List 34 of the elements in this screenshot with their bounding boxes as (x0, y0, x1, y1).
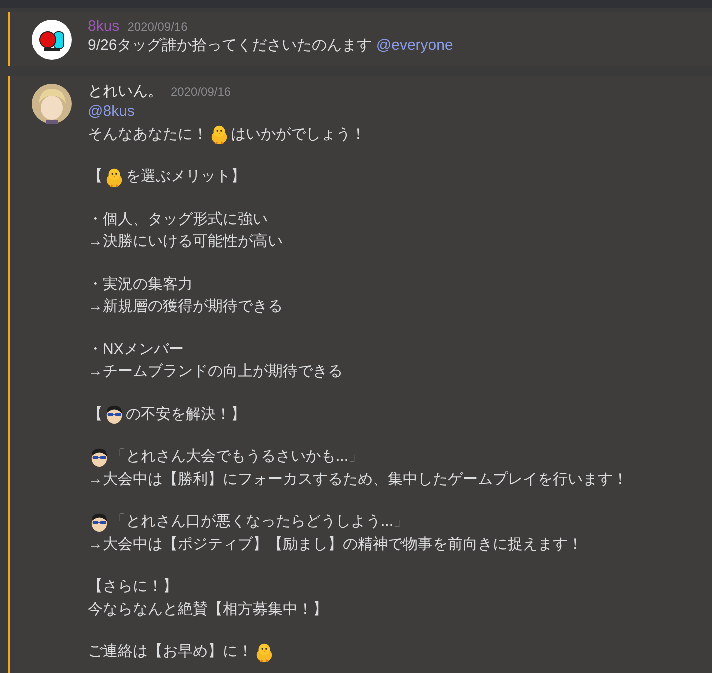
message-text: →決勝にいける可能性が高い (88, 232, 283, 252)
message-text: 【さらに！】 (88, 577, 178, 597)
message-text: →大会中は【ポジティブ】【励まし】の精神で物事を前向きに捉えます！ (88, 534, 583, 554)
author-name[interactable]: 8kus (88, 18, 120, 35)
mention-link[interactable]: @everyone (376, 35, 454, 58)
message-text: ・個人、タッグ形式に強い (88, 210, 268, 230)
message-text: 「とれさん大会でもうるさいかも...」 (111, 447, 364, 467)
chick-emoji-icon (209, 124, 230, 146)
message-text: はいかがでしょう！ (231, 124, 366, 144)
message-text: →チームブランドの向上が期待できる (88, 362, 343, 382)
message-text: の不安を解決！】 (126, 404, 246, 424)
timestamp: 2020/09/16 (171, 85, 232, 99)
avatar[interactable] (32, 84, 72, 124)
mention-link[interactable]: @8kus (88, 101, 135, 124)
message-text: ・実況の集客力 (88, 274, 193, 294)
message-text: 「とれさん口が悪くなったらどうしよう...」 (111, 512, 409, 532)
message-text: 【 (88, 404, 103, 424)
message-text: 9/26タッグ誰か拾ってくださいたのんます (88, 36, 374, 56)
chick-emoji-icon (254, 642, 275, 663)
message-text: ご連絡は【お早め】に！ (88, 642, 253, 662)
message-text: 【 (88, 167, 103, 187)
chick-emoji-icon (104, 166, 125, 188)
message-text: →新規層の獲得が期待できる (88, 297, 283, 317)
message-text: を選ぶメリット】 (126, 167, 246, 187)
message-text: 今ならなんと絶賛【相方募集中！】 (88, 600, 328, 620)
avatar[interactable] (32, 20, 72, 60)
message-text: そんなあなたに！ (88, 124, 208, 144)
sunglasses-face-icon (104, 404, 125, 426)
timestamp: 2020/09/16 (128, 20, 188, 34)
sunglasses-face-icon (89, 446, 110, 468)
message-text: ・NXメンバー (88, 340, 184, 360)
sunglasses-face-icon (89, 512, 110, 533)
author-name[interactable]: とれいん。 (88, 82, 163, 101)
message-text: →大会中は【勝利】にフォーカスするため、集中したゲームプレイを行います！ (88, 470, 628, 490)
